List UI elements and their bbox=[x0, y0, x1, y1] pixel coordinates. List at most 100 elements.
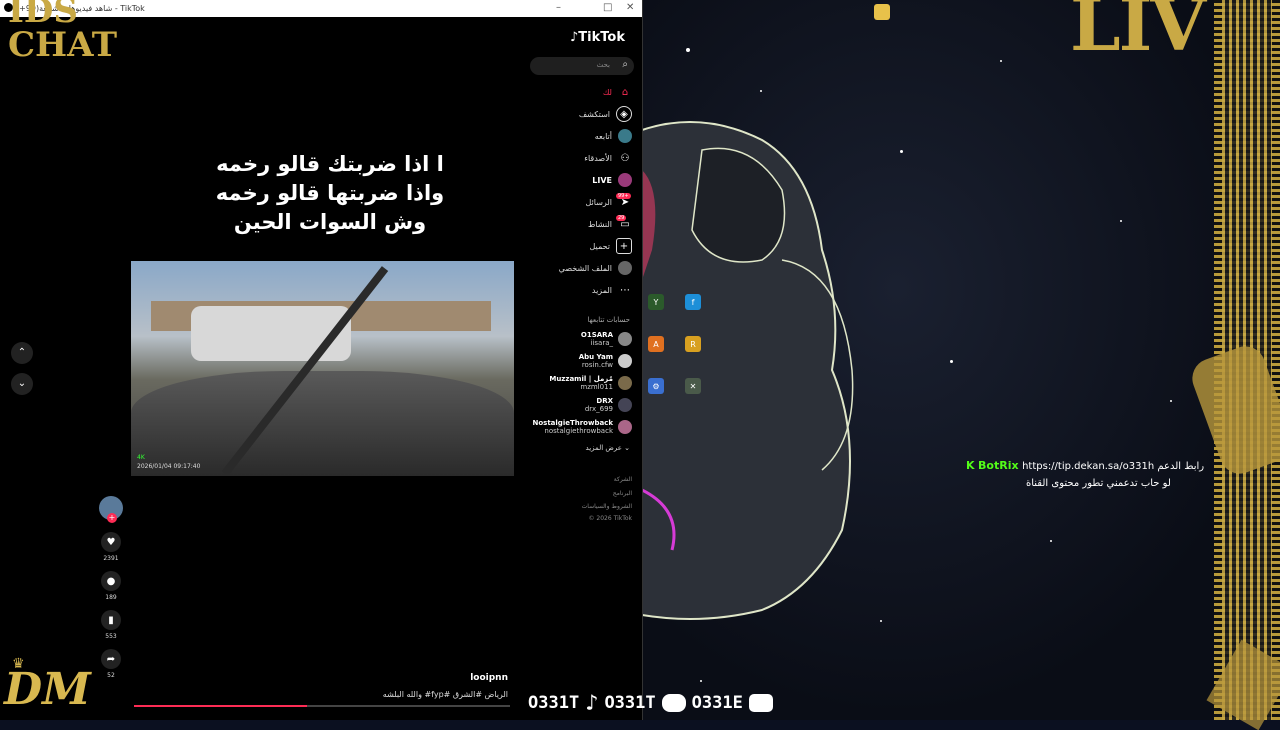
space-background bbox=[642, 0, 1280, 720]
avatar bbox=[618, 376, 632, 390]
video-author[interactable]: looipnn bbox=[470, 673, 508, 683]
app-icon-x[interactable]: ✕ bbox=[685, 378, 701, 394]
follow-name: Muzzamil | مُزمل bbox=[549, 375, 613, 383]
nav-following[interactable]: أتابعه bbox=[532, 127, 632, 145]
nav-label: LIVE bbox=[592, 175, 612, 185]
video-player[interactable]: 4K 2026/01/04 09:17:40 bbox=[131, 261, 514, 476]
avatar bbox=[618, 332, 632, 346]
follow-handle: mzml011 bbox=[580, 383, 613, 391]
follow-name: NostalgieThrowback bbox=[532, 419, 614, 427]
app-icon-steam[interactable]: ⚙ bbox=[648, 378, 664, 394]
app-icon-y[interactable]: Y bbox=[648, 294, 664, 310]
nav-more[interactable]: المزيد ⋯ bbox=[532, 281, 632, 299]
chevron-down-icon: ⌄ bbox=[624, 444, 630, 452]
follow-plus-icon[interactable]: + bbox=[107, 513, 117, 523]
share-icon: ➦ bbox=[101, 649, 121, 669]
nav-friends[interactable]: الأصدقاء ⚇ bbox=[532, 149, 632, 167]
footer-copyright: © 2026 TikTok bbox=[588, 515, 633, 522]
follow-handle: iisara_ bbox=[590, 339, 614, 347]
app-icon-a[interactable]: A bbox=[648, 336, 664, 352]
nav-profile[interactable]: الملف الشخصي bbox=[532, 259, 632, 277]
nav-label: استكشف bbox=[578, 109, 610, 119]
following-item[interactable]: NostalgieThrowback nostalgiethrowback bbox=[522, 418, 632, 436]
more-icon: ⋯ bbox=[620, 284, 630, 296]
close-button[interactable]: ✕ bbox=[626, 2, 634, 13]
tiktok-window: شاهد فيديوهات شائعة(99+) - TikTok – □ ✕ … bbox=[0, 0, 643, 720]
crown-icon: ♛ bbox=[12, 656, 25, 672]
social-handle: O331E bbox=[691, 693, 743, 713]
home-icon: ⌂ bbox=[621, 86, 629, 98]
nav-label: الرسائل bbox=[585, 197, 613, 207]
minimize-button[interactable]: – bbox=[556, 2, 561, 13]
search-input[interactable]: بحث bbox=[597, 61, 610, 69]
video-caption: ا اذا ضربتك قالو رخمه واذا ضربتها قالو ر… bbox=[180, 150, 480, 237]
video-description: والله البلشه #fyp# الرياض #الشرق bbox=[382, 690, 508, 699]
following-item[interactable]: Muzzamil | مُزمل mzml011 bbox=[522, 374, 632, 392]
nav-explore[interactable]: استكشف ◈ bbox=[532, 105, 632, 123]
maximize-button[interactable]: □ bbox=[603, 2, 612, 13]
comment-icon: ● bbox=[101, 571, 121, 591]
nav-label: لك bbox=[602, 87, 612, 97]
app-icon-r[interactable]: R bbox=[685, 336, 701, 352]
nav-label: الملف الشخصي bbox=[558, 263, 612, 273]
search-icon[interactable]: ⌕ bbox=[622, 59, 628, 70]
following-item[interactable]: O1SARA iisara_ bbox=[522, 330, 632, 348]
live-logo-text: LIV bbox=[1070, 0, 1206, 67]
footer-link[interactable]: البرنامج bbox=[613, 490, 632, 497]
chat-username: BotRix bbox=[978, 459, 1019, 472]
compass-icon: ◈ bbox=[616, 106, 632, 122]
caption-line: ا اذا ضربتك قالو رخمه bbox=[216, 152, 444, 176]
app-icon-f[interactable]: f bbox=[685, 294, 701, 310]
like-count: 2391 bbox=[103, 555, 119, 562]
footer-link[interactable]: الشركة bbox=[614, 476, 632, 483]
bookmark-button[interactable]: ▮ 553 bbox=[101, 610, 121, 640]
caption-line: واذا ضربتها قالو رخمه bbox=[215, 181, 445, 205]
social-handle: O331T bbox=[604, 693, 656, 713]
comment-count: 189 bbox=[105, 594, 117, 601]
ids-chat-logo: IDS CHAT bbox=[8, 0, 118, 65]
nav-for-you[interactable]: لك ⌂ bbox=[532, 83, 632, 101]
caption-line: وش السوات الحين bbox=[233, 210, 427, 234]
like-button[interactable]: ♥ 2391 bbox=[101, 532, 121, 562]
next-video-button[interactable]: ⌄ bbox=[11, 373, 33, 395]
activity-badge: 29 bbox=[616, 215, 627, 221]
nav-upload[interactable]: تحميل + bbox=[532, 237, 632, 255]
comment-button[interactable]: ● 189 bbox=[101, 571, 121, 601]
share-button[interactable]: ➦ 52 bbox=[101, 649, 121, 679]
previous-video-button[interactable]: ⌃ bbox=[11, 342, 33, 364]
youtube-icon bbox=[748, 694, 773, 712]
social-handle: O331T bbox=[528, 693, 580, 713]
following-item[interactable]: Abu Yam rosin.cfw bbox=[522, 352, 632, 370]
following-item[interactable]: DRX drx_699 bbox=[522, 396, 632, 414]
nav-label: المزيد bbox=[591, 285, 612, 295]
chat-line-2: لو حاب تدعمني تطور محتوى القناة bbox=[1026, 478, 1171, 489]
nav-label: الأصدقاء bbox=[584, 153, 612, 163]
see-more-label: عرض المزيد bbox=[585, 444, 622, 452]
follow-handle: nostalgiethrowback bbox=[544, 427, 613, 435]
follow-handle: rosin.cfw bbox=[581, 361, 613, 369]
cam-tag: 4K bbox=[137, 454, 145, 461]
follow-handle: drx_699 bbox=[584, 405, 613, 413]
cam-timestamp: 2026/01/04 09:17:40 bbox=[137, 463, 201, 470]
see-more-link[interactable]: عرض المزيد ⌄ bbox=[586, 444, 630, 452]
progress-track[interactable] bbox=[134, 705, 510, 707]
botrix-icon: K bbox=[966, 459, 975, 472]
chevron-down-icon: ⌄ bbox=[17, 378, 27, 389]
avatar bbox=[618, 354, 632, 368]
nav-live[interactable]: LIVE bbox=[532, 171, 632, 189]
tiktok-icon: ♪ bbox=[585, 690, 599, 716]
search-bar[interactable]: بحث ⌕ bbox=[530, 57, 634, 75]
friends-icon: ⚇ bbox=[620, 152, 630, 164]
chat-line-1: https://tip.dekan.sa/o331h رابط الدعم bbox=[1022, 461, 1205, 472]
follow-name: DRX bbox=[596, 397, 613, 405]
social-handles: O331T ♪ O331T O331E bbox=[528, 690, 773, 716]
footer-link[interactable]: الشروط والسياسات bbox=[582, 503, 632, 510]
nav-label: النشاط bbox=[587, 219, 612, 229]
folder-icon[interactable] bbox=[874, 4, 890, 20]
live-icon bbox=[618, 173, 632, 187]
tiktok-logo[interactable]: ♪TikTok bbox=[570, 30, 625, 45]
messages-badge: 99+ bbox=[616, 193, 631, 199]
bookmark-count: 553 bbox=[105, 633, 117, 640]
progress-fill bbox=[134, 705, 307, 707]
bookmark-icon: ▮ bbox=[101, 610, 121, 630]
